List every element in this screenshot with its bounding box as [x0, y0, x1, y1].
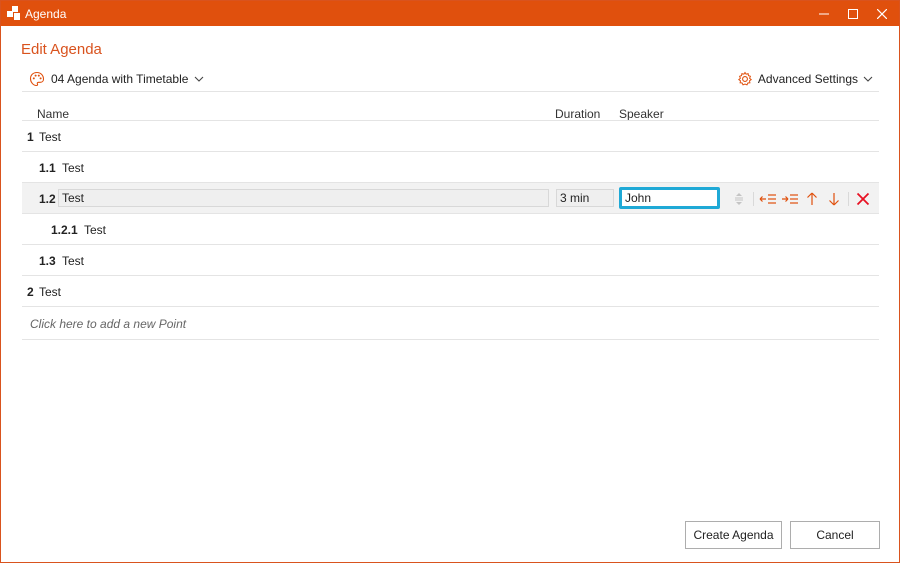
minimize-icon [819, 13, 829, 14]
indent-icon [782, 194, 798, 204]
advanced-settings-dropdown[interactable]: Advanced Settings [737, 69, 873, 89]
template-dropdown[interactable]: 04 Agenda with Timetable [29, 69, 204, 89]
point-name-input[interactable] [58, 189, 549, 207]
agenda-row-1[interactable]: 1 Test [22, 121, 879, 152]
close-icon [877, 8, 887, 19]
outdent-icon [759, 194, 776, 204]
drag-handle[interactable] [728, 189, 750, 209]
advanced-settings-label: Advanced Settings [757, 72, 858, 86]
point-name: Test [84, 223, 107, 237]
point-number: 1.2 [39, 192, 56, 206]
chevron-down-icon [863, 76, 873, 82]
window-title: Agenda [25, 7, 67, 21]
create-agenda-button[interactable]: Create Agenda [685, 521, 782, 549]
cancel-button[interactable]: Cancel [790, 521, 880, 549]
column-header-name: Name [37, 107, 70, 121]
app-logo-icon [7, 6, 20, 20]
arrow-down-icon [829, 193, 839, 206]
column-header-duration: Duration [555, 107, 601, 121]
toolbar-divider [22, 91, 879, 92]
point-number: 1.1 [39, 161, 56, 175]
point-name: Test [62, 161, 85, 175]
close-button[interactable] [867, 1, 897, 26]
agenda-row-1-2-1[interactable]: 1.2.1 Test [22, 214, 879, 245]
maximize-icon [848, 8, 858, 19]
action-separator [848, 192, 849, 206]
speaker-input[interactable] [619, 187, 720, 209]
point-name: Test [39, 285, 62, 299]
action-separator [753, 192, 754, 206]
palette-icon [29, 71, 45, 87]
title-bar[interactable]: Agenda [1, 1, 899, 26]
minimize-button[interactable] [809, 1, 839, 26]
row-actions [728, 189, 874, 209]
point-name: Test [39, 130, 62, 144]
gear-icon [737, 71, 752, 86]
indent-button[interactable] [779, 189, 801, 209]
add-point-row[interactable]: Click here to add a new Point [22, 308, 879, 340]
point-name: Test [62, 254, 85, 268]
agenda-window: Agenda Edit Agenda 04 Agenda with Timeta… [0, 0, 900, 563]
maximize-button[interactable] [838, 1, 868, 26]
point-number: 1.3 [39, 254, 56, 268]
point-number: 1 [27, 130, 34, 144]
point-number: 1.2.1 [51, 223, 78, 237]
add-point-label: Click here to add a new Point [30, 317, 187, 331]
column-header-speaker: Speaker [619, 107, 664, 121]
delete-button[interactable] [852, 189, 874, 209]
agenda-row-1-3[interactable]: 1.3 Test [22, 245, 879, 276]
agenda-row-1-2[interactable]: 1.2 [22, 183, 879, 214]
point-number: 2 [27, 285, 34, 299]
arrow-up-icon [807, 192, 817, 205]
agenda-row-1-1[interactable]: 1.1 Test [22, 152, 879, 183]
chevron-down-icon [195, 76, 204, 82]
drag-handle-icon [735, 193, 743, 205]
move-down-button[interactable] [823, 189, 845, 209]
page-title: Edit Agenda [21, 41, 102, 58]
agenda-row-2[interactable]: 2 Test [22, 276, 879, 307]
template-label: 04 Agenda with Timetable [51, 72, 189, 86]
delete-x-icon [856, 192, 870, 206]
duration-input[interactable] [556, 189, 614, 207]
move-up-button[interactable] [801, 189, 823, 209]
outdent-button[interactable] [757, 189, 779, 209]
